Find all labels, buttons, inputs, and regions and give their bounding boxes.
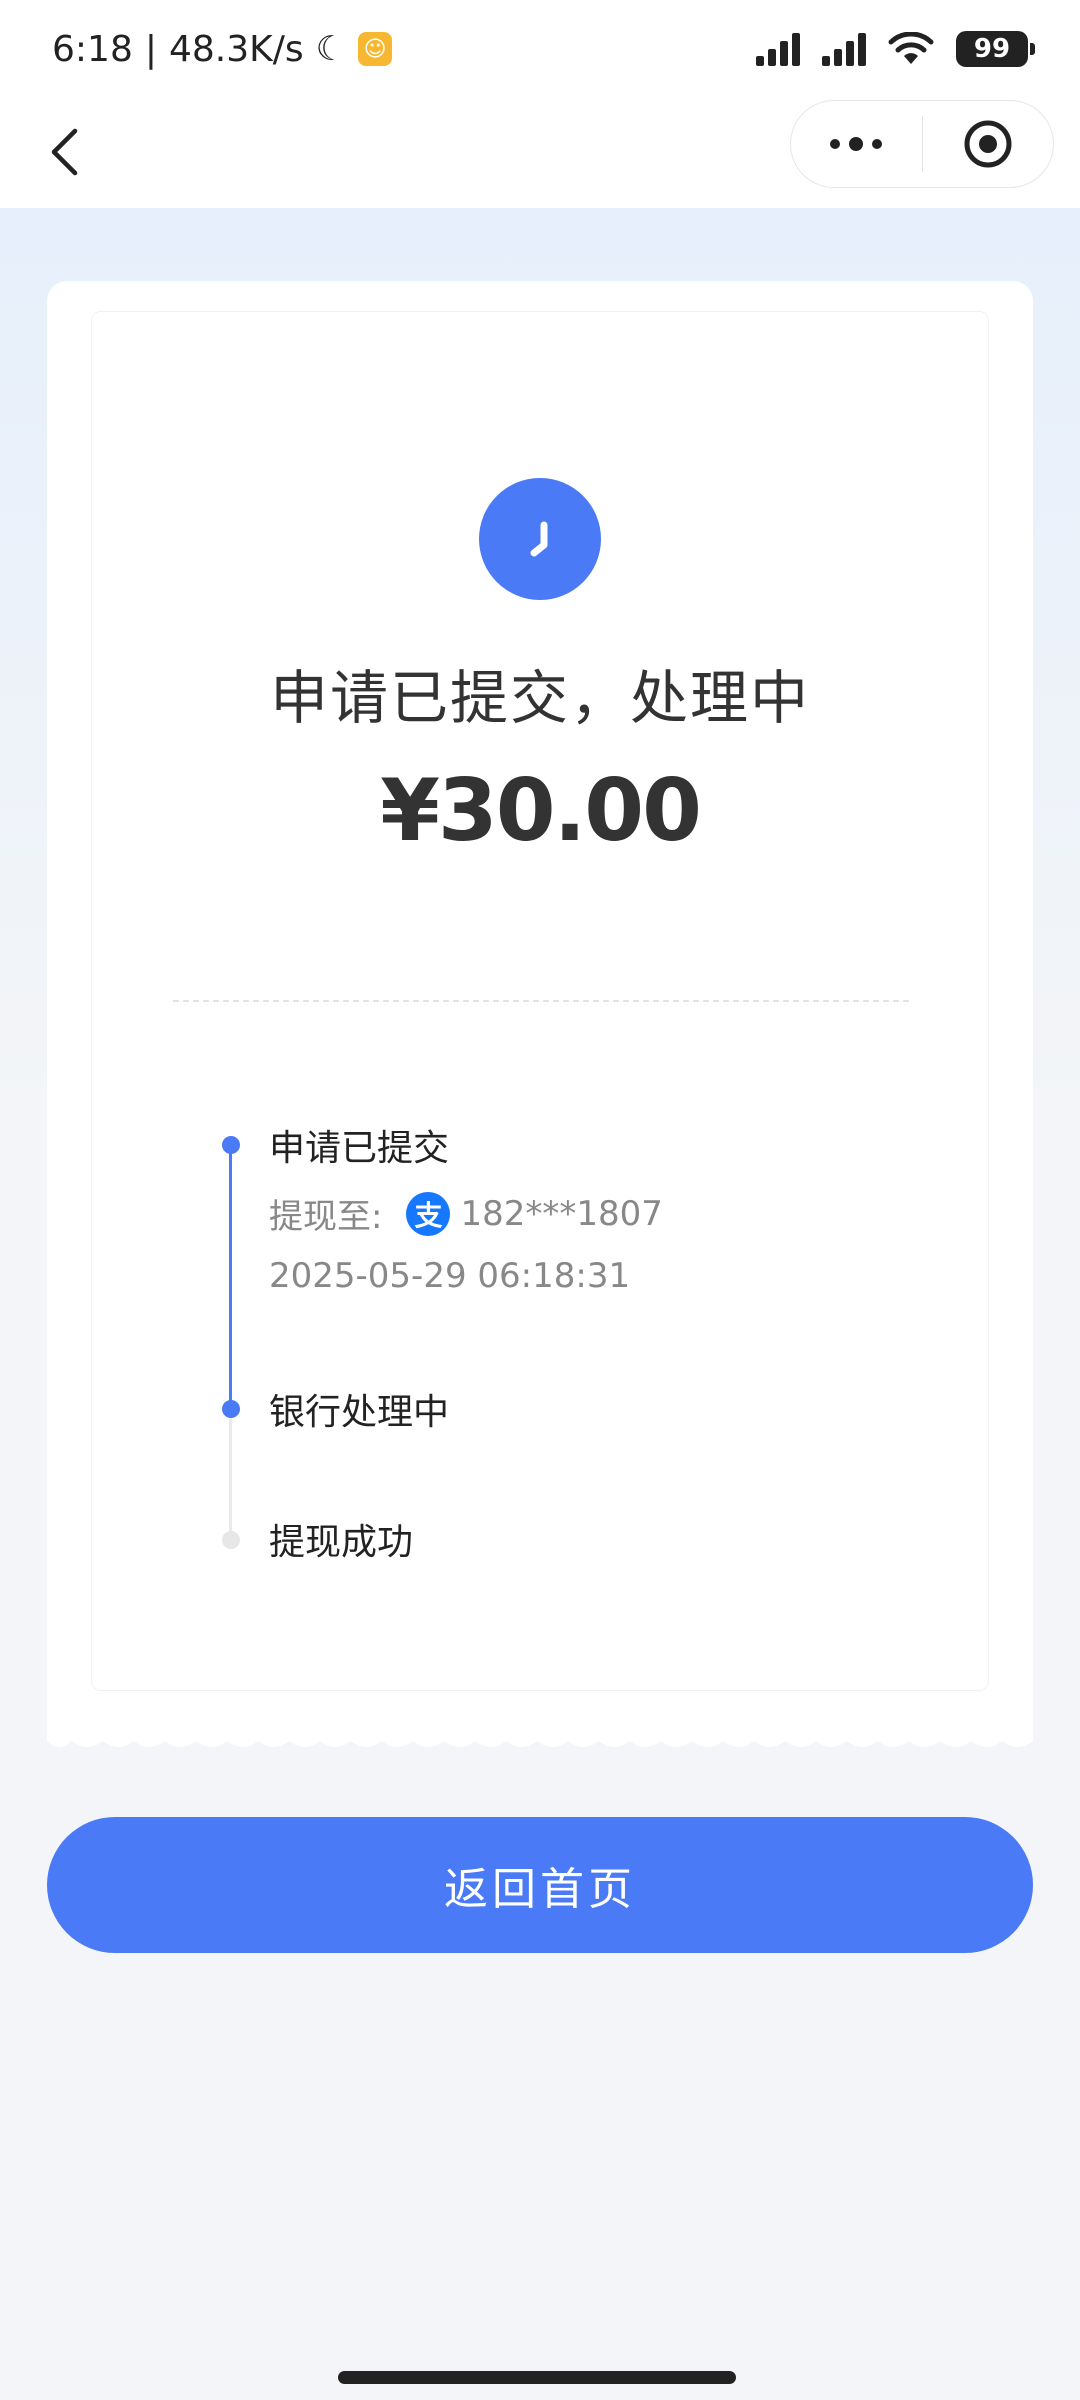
step-title-processing: 银行处理中 (269, 1392, 450, 1433)
clock-icon (479, 478, 601, 600)
more-dots-icon (830, 137, 883, 151)
mini-program-capsule (790, 100, 1054, 188)
return-home-button[interactable]: 返回首页 (47, 1817, 1033, 1953)
alipay-icon: 支 (406, 1191, 451, 1236)
timeline-line-active (229, 1147, 232, 1403)
withdraw-to-label: 提现至: (269, 1197, 383, 1237)
status-separator: | (144, 28, 157, 70)
step-title-submitted: 申请已提交 (269, 1128, 450, 1169)
signal-icon (756, 32, 800, 66)
signal-icon (822, 32, 866, 66)
receipt-card: 申请已提交，处理中 ¥30.00 申请已提交 提现至: 支 182***1807… (47, 281, 1033, 1741)
dashed-divider (173, 1000, 909, 1002)
wifi-icon (888, 32, 934, 64)
app-notification-icon: ☺ (358, 32, 393, 66)
status-left: 6:18 | 48.3K/s ☾ ☺ (52, 28, 393, 70)
page: 6:18 | 48.3K/s ☾ ☺ 99 申请已提交，处理中 ¥30.00 申… (0, 0, 1080, 2400)
close-mini-program-button[interactable] (923, 100, 1054, 188)
home-indicator (338, 2371, 736, 2384)
battery-level: 99 (973, 34, 1011, 64)
status-title: 申请已提交，处理中 (269, 664, 810, 732)
withdraw-amount: ¥30.00 (380, 761, 702, 861)
battery-icon: 99 (956, 31, 1035, 67)
timeline-line-pending (229, 1415, 232, 1537)
status-bar: 6:18 | 48.3K/s ☾ ☺ 99 (0, 0, 1080, 98)
nav-bar (0, 98, 1080, 208)
target-circle-icon (964, 120, 1012, 168)
card-zigzag-edge (47, 1731, 1033, 1747)
timeline-dot-success (222, 1531, 240, 1549)
withdraw-account-row: 提现至: 支 182***1807 (269, 1189, 663, 1238)
timeline-dot-processing (222, 1400, 240, 1418)
chevron-left-icon (51, 128, 78, 176)
status-right: 99 (756, 31, 1035, 67)
submit-time: 2025-05-29 06:18:31 (269, 1256, 631, 1296)
network-speed: 48.3K/s (168, 28, 304, 70)
back-button[interactable] (34, 122, 94, 182)
timeline-dot-submitted (222, 1136, 240, 1154)
more-button[interactable] (791, 100, 922, 188)
moon-icon: ☾ (315, 29, 347, 69)
status-time: 6:18 (52, 28, 133, 70)
withdraw-account: 182***1807 (460, 1193, 663, 1234)
step-title-success: 提现成功 (269, 1522, 414, 1563)
